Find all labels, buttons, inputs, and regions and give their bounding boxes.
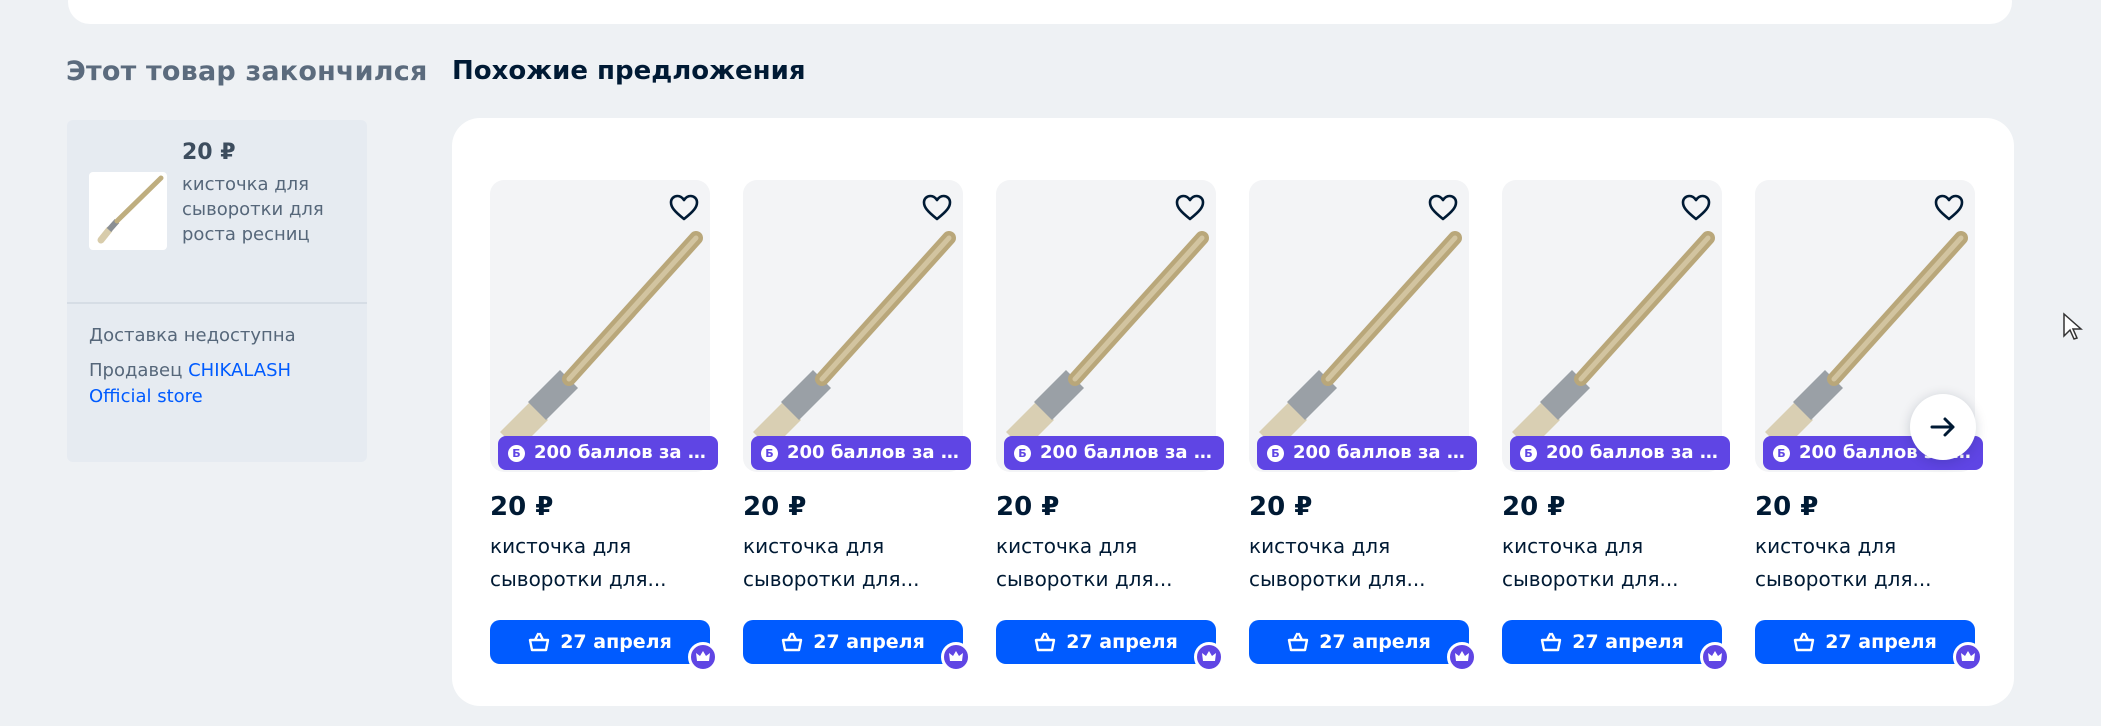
carousel-next-button[interactable]: [1910, 394, 1976, 460]
premium-crown-icon: [1447, 642, 1477, 672]
points-icon: Б: [1773, 445, 1790, 462]
product-name[interactable]: кисточка для сыворотки для...: [996, 530, 1206, 596]
product-price: 20 ₽: [1755, 492, 1819, 522]
add-to-cart-button[interactable]: 27 апреля: [743, 620, 963, 664]
add-to-cart-button[interactable]: 27 апреля: [1249, 620, 1469, 664]
product-name[interactable]: кисточка для сыворотки для...: [490, 530, 700, 596]
mouse-cursor-icon: [2063, 312, 2083, 340]
seller-label: Продавец: [89, 360, 189, 381]
premium-crown-icon: [1194, 642, 1224, 672]
product-name[interactable]: кисточка для сыворотки для...: [743, 530, 953, 596]
points-badge[interactable]: Б 200 баллов за о...: [751, 436, 971, 470]
points-badge[interactable]: Б 200 баллов за о...: [1004, 436, 1224, 470]
heart-icon[interactable]: [921, 192, 953, 224]
heart-icon[interactable]: [1174, 192, 1206, 224]
product-price: 20 ₽: [743, 492, 807, 522]
points-icon: Б: [761, 445, 778, 462]
product-price: 20 ₽: [1249, 492, 1313, 522]
divider: [67, 302, 367, 304]
premium-crown-icon: [688, 642, 718, 672]
product-name[interactable]: кисточка для сыворотки для...: [1502, 530, 1712, 596]
product-card[interactable]: Б 200 баллов за о... 20 ₽ кисточка для сыво…: [1249, 180, 1477, 672]
arrow-right-icon: [1930, 417, 1955, 437]
product-image[interactable]: [490, 180, 710, 472]
product-image[interactable]: [743, 180, 963, 472]
seller-info: Продавец CHIKALASH Official store: [89, 358, 329, 410]
delivery-date: 27 апреля: [813, 631, 925, 653]
points-icon: Б: [508, 445, 525, 462]
delivery-date: 27 апреля: [1066, 631, 1178, 653]
product-card[interactable]: Б 200 баллов за о... 20 ₽ кисточка для сыво…: [743, 180, 971, 672]
premium-crown-icon: [1700, 642, 1730, 672]
basket-icon: [781, 632, 803, 652]
delivery-status: Доставка недоступна: [89, 325, 296, 346]
product-price: 20 ₽: [996, 492, 1060, 522]
out-of-stock-title: Этот товар закончился: [66, 56, 428, 87]
heart-icon[interactable]: [668, 192, 700, 224]
out-of-stock-price: 20 ₽: [182, 140, 236, 165]
points-icon: Б: [1267, 445, 1284, 462]
delivery-date: 27 апреля: [1572, 631, 1684, 653]
product-thumbnail[interactable]: [89, 172, 167, 250]
heart-icon[interactable]: [1933, 192, 1965, 224]
product-price: 20 ₽: [1502, 492, 1566, 522]
delivery-date: 27 апреля: [1825, 631, 1937, 653]
product-card[interactable]: Б 200 баллов за о... 20 ₽ кисточка для сыво…: [490, 180, 718, 672]
basket-icon: [1540, 632, 1562, 652]
product-image[interactable]: [1502, 180, 1722, 472]
product-price: 20 ₽: [490, 492, 554, 522]
add-to-cart-button[interactable]: 27 апреля: [996, 620, 1216, 664]
out-of-stock-card: 20 ₽ кисточка для сыворотки для роста ре…: [67, 120, 367, 462]
product-card[interactable]: Б 200 баллов за о... 20 ₽ кисточка для сыво…: [996, 180, 1224, 672]
add-to-cart-button[interactable]: 27 апреля: [1502, 620, 1722, 664]
basket-icon: [1034, 632, 1056, 652]
heart-icon[interactable]: [1427, 192, 1459, 224]
delivery-date: 27 апреля: [560, 631, 672, 653]
points-badge[interactable]: Б 200 баллов за о...: [1257, 436, 1477, 470]
brush-image: [97, 175, 164, 244]
product-name[interactable]: кисточка для сыворотки для...: [1755, 530, 1965, 596]
product-image[interactable]: [996, 180, 1216, 472]
premium-crown-icon: [1953, 642, 1983, 672]
premium-crown-icon: [941, 642, 971, 672]
points-badge[interactable]: Б 200 баллов за о...: [498, 436, 718, 470]
out-of-stock-name[interactable]: кисточка для сыворотки для роста ресниц: [182, 172, 352, 247]
similar-offers-title: Похожие предложения: [452, 56, 806, 86]
add-to-cart-button[interactable]: 27 апреля: [1755, 620, 1975, 664]
points-icon: Б: [1520, 445, 1537, 462]
heart-icon[interactable]: [1680, 192, 1712, 224]
add-to-cart-button[interactable]: 27 апреля: [490, 620, 710, 664]
product-card[interactable]: Б 200 баллов за о... 20 ₽ кисточка для сыво…: [1502, 180, 1730, 672]
product-name[interactable]: кисточка для сыворотки для...: [1249, 530, 1459, 596]
similar-offers-carousel: Б 200 баллов за о... 20 ₽ кисточка для сыво…: [452, 118, 2014, 706]
basket-icon: [528, 632, 550, 652]
product-image[interactable]: [1249, 180, 1469, 472]
previous-section-card: [68, 0, 2012, 24]
points-badge[interactable]: Б 200 баллов за о...: [1510, 436, 1730, 470]
basket-icon: [1793, 632, 1815, 652]
basket-icon: [1287, 632, 1309, 652]
delivery-date: 27 апреля: [1319, 631, 1431, 653]
points-icon: Б: [1014, 445, 1031, 462]
